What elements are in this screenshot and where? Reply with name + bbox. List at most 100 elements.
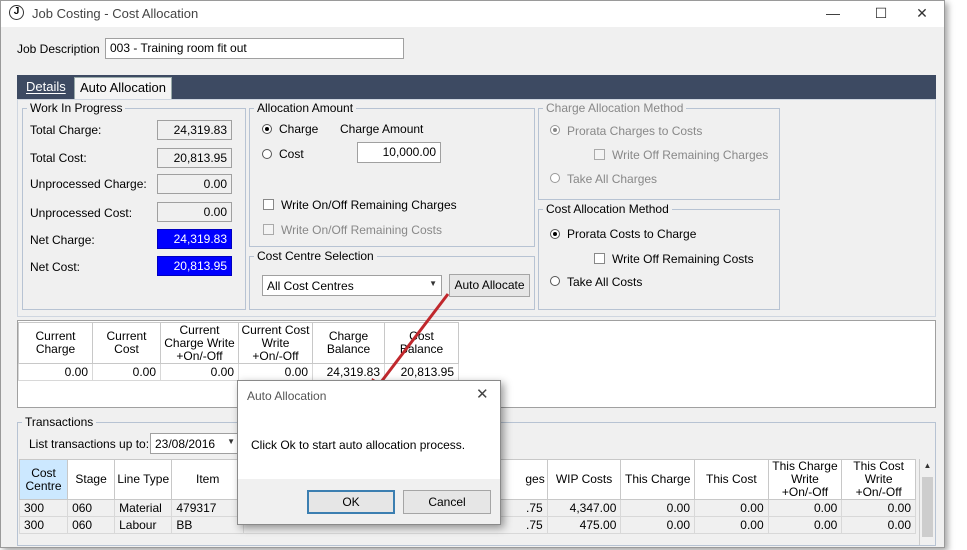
table-cell[interactable]: 060 — [67, 516, 116, 534]
table-cell[interactable]: 0.00 — [18, 363, 93, 381]
maximize-icon[interactable]: ☐ — [858, 2, 904, 24]
header-line: Current Cost — [106, 329, 147, 356]
col-current-charge[interactable]: Current Charge — [18, 322, 93, 364]
table-cell[interactable]: 0.00 — [620, 499, 696, 517]
wip-total-cost-label: Total Cost: — [30, 151, 87, 165]
charge-radio[interactable] — [262, 124, 272, 134]
scroll-thumb[interactable] — [922, 477, 933, 537]
window-title: Job Costing - Cost Allocation — [32, 6, 199, 21]
header-line: Current — [179, 322, 220, 337]
header-line: Line Type — [117, 472, 170, 486]
col-this-cost[interactable]: This Cost — [694, 459, 769, 500]
table-cell[interactable]: 479317 — [171, 499, 244, 517]
table-cell[interactable]: 0.00 — [620, 516, 696, 534]
close-icon[interactable]: ✕ — [899, 2, 945, 24]
col-current-cost[interactable]: Current Cost — [92, 322, 161, 364]
write-onoff-charges-label: Write On/Off Remaining Charges — [281, 198, 457, 212]
cost-centre-legend: Cost Centre Selection — [257, 249, 374, 263]
dialog-title: Auto Allocation — [247, 389, 327, 403]
minimize-icon[interactable]: — — [810, 2, 856, 24]
header-line: +On/-Off — [855, 485, 902, 499]
tab-details[interactable]: Details — [21, 77, 71, 99]
job-description-label: Job Description — [17, 42, 100, 56]
header-line: Centre — [25, 478, 62, 493]
dialog-close-icon[interactable]: ✕ — [476, 385, 489, 403]
take-all-costs-radio[interactable] — [550, 276, 560, 286]
transactions-date-picker[interactable]: 23/08/2016 ▼ — [150, 433, 240, 454]
col-this-charge-write[interactable]: This Charge Write +On/-Off — [767, 459, 843, 500]
col-current-charge-write[interactable]: Current Charge Write +On/-Off — [160, 322, 239, 364]
cost-radio-label: Cost — [279, 147, 304, 161]
col-item[interactable]: Item — [171, 459, 244, 500]
tab-auto-allocation[interactable]: Auto Allocation — [74, 77, 173, 99]
table-cell[interactable]: 0.00 — [238, 363, 313, 381]
write-onoff-costs-checkbox[interactable] — [263, 224, 274, 235]
table-cell[interactable]: 300 — [18, 499, 69, 517]
charge-method-legend: Charge Allocation Method — [546, 101, 684, 115]
wip-unprocessed-cost-label: Unprocessed Cost: — [30, 206, 133, 220]
header-line: WIP Costs — [555, 472, 613, 486]
take-all-charges-label: Take All Charges — [567, 172, 658, 186]
charge-amount-label: Charge Amount — [340, 122, 424, 136]
col-this-cost-write[interactable]: This Cost Write +On/-Off — [841, 459, 916, 500]
table-cell[interactable]: 475.00 — [546, 516, 622, 534]
write-off-costs-checkbox[interactable] — [594, 253, 605, 264]
col-stage[interactable]: Stage — [67, 459, 116, 500]
table-cell[interactable]: 0.00 — [841, 499, 916, 517]
cost-method-legend: Cost Allocation Method — [546, 202, 669, 216]
write-onoff-charges-checkbox[interactable] — [263, 199, 274, 210]
header-line: Current — [35, 329, 76, 343]
header-line: +On/-Off — [252, 348, 299, 363]
ok-button[interactable]: OK — [307, 490, 395, 514]
table-cell[interactable]: BB — [171, 516, 244, 534]
col-line-type[interactable]: Line Type — [114, 459, 173, 500]
cost-radio[interactable] — [262, 149, 272, 159]
prorata-charges-radio[interactable] — [550, 125, 560, 135]
header-line: ges — [525, 472, 545, 486]
auto-allocate-button[interactable]: Auto Allocate — [449, 274, 530, 297]
wip-net-cost-value: 20,813.95 — [157, 256, 232, 276]
transactions-scrollbar[interactable]: ▲ — [919, 459, 935, 545]
col-wip-costs[interactable]: WIP Costs — [546, 459, 622, 500]
table-cell[interactable]: 0.00 — [160, 363, 239, 381]
prorata-charges-label: Prorata Charges to Costs — [567, 124, 703, 138]
header-line: Write — [261, 335, 290, 350]
wip-net-cost-label: Net Cost: — [30, 260, 81, 274]
table-cell[interactable]: 0.00 — [694, 499, 769, 517]
wip-legend: Work In Progress — [30, 101, 123, 115]
transactions-legend: Transactions — [25, 415, 94, 429]
dialog-message: Click Ok to start auto allocation proces… — [251, 438, 466, 452]
table-cell[interactable]: 4,347.00 — [546, 499, 622, 517]
scroll-up-icon[interactable]: ▲ — [922, 461, 933, 473]
write-off-charges-checkbox[interactable] — [594, 149, 605, 160]
col-this-charge[interactable]: This Charge — [620, 459, 696, 500]
cancel-button[interactable]: Cancel — [403, 490, 491, 514]
wip-total-charge-value: 24,319.83 — [157, 120, 232, 140]
prorata-costs-radio[interactable] — [550, 229, 560, 239]
write-onoff-costs-label: Write On/Off Remaining Costs — [281, 223, 442, 237]
table-cell[interactable]: 0.00 — [92, 363, 161, 381]
wip-unprocessed-charge-value: 0.00 — [157, 174, 232, 194]
table-cell[interactable]: 060 — [67, 499, 116, 517]
header-line: Current Cost — [241, 322, 310, 337]
wip-total-charge-label: Total Charge: — [30, 123, 102, 137]
table-cell[interactable]: 0.00 — [694, 516, 769, 534]
table-cell[interactable]: 0.00 — [767, 499, 843, 517]
table-cell[interactable]: 300 — [18, 516, 69, 534]
table-cell[interactable]: Material — [114, 499, 173, 517]
header-line: This Cost — [705, 472, 757, 486]
header-line: This Charge — [772, 459, 838, 473]
col-cost-centre[interactable]: Cost Centre — [18, 459, 69, 500]
header-line: +On/-Off — [781, 485, 829, 499]
charge-amount-input[interactable]: 10,000.00 — [357, 142, 441, 163]
header-line: Item — [196, 472, 220, 486]
job-description-field[interactable]: 003 - Training room fit out — [105, 38, 404, 59]
table-cell[interactable]: 0.00 — [767, 516, 843, 534]
charge-radio-label: Charge — [279, 122, 319, 136]
table-cell[interactable]: Labour — [114, 516, 173, 534]
table-cell[interactable]: 0.00 — [841, 516, 916, 534]
col-current-cost-write[interactable]: Current Cost Write +On/-Off — [238, 322, 313, 364]
write-off-charges-label: Write Off Remaining Charges — [612, 148, 769, 162]
wip-total-cost-value: 20,813.95 — [157, 148, 232, 168]
take-all-charges-radio[interactable] — [550, 173, 560, 183]
